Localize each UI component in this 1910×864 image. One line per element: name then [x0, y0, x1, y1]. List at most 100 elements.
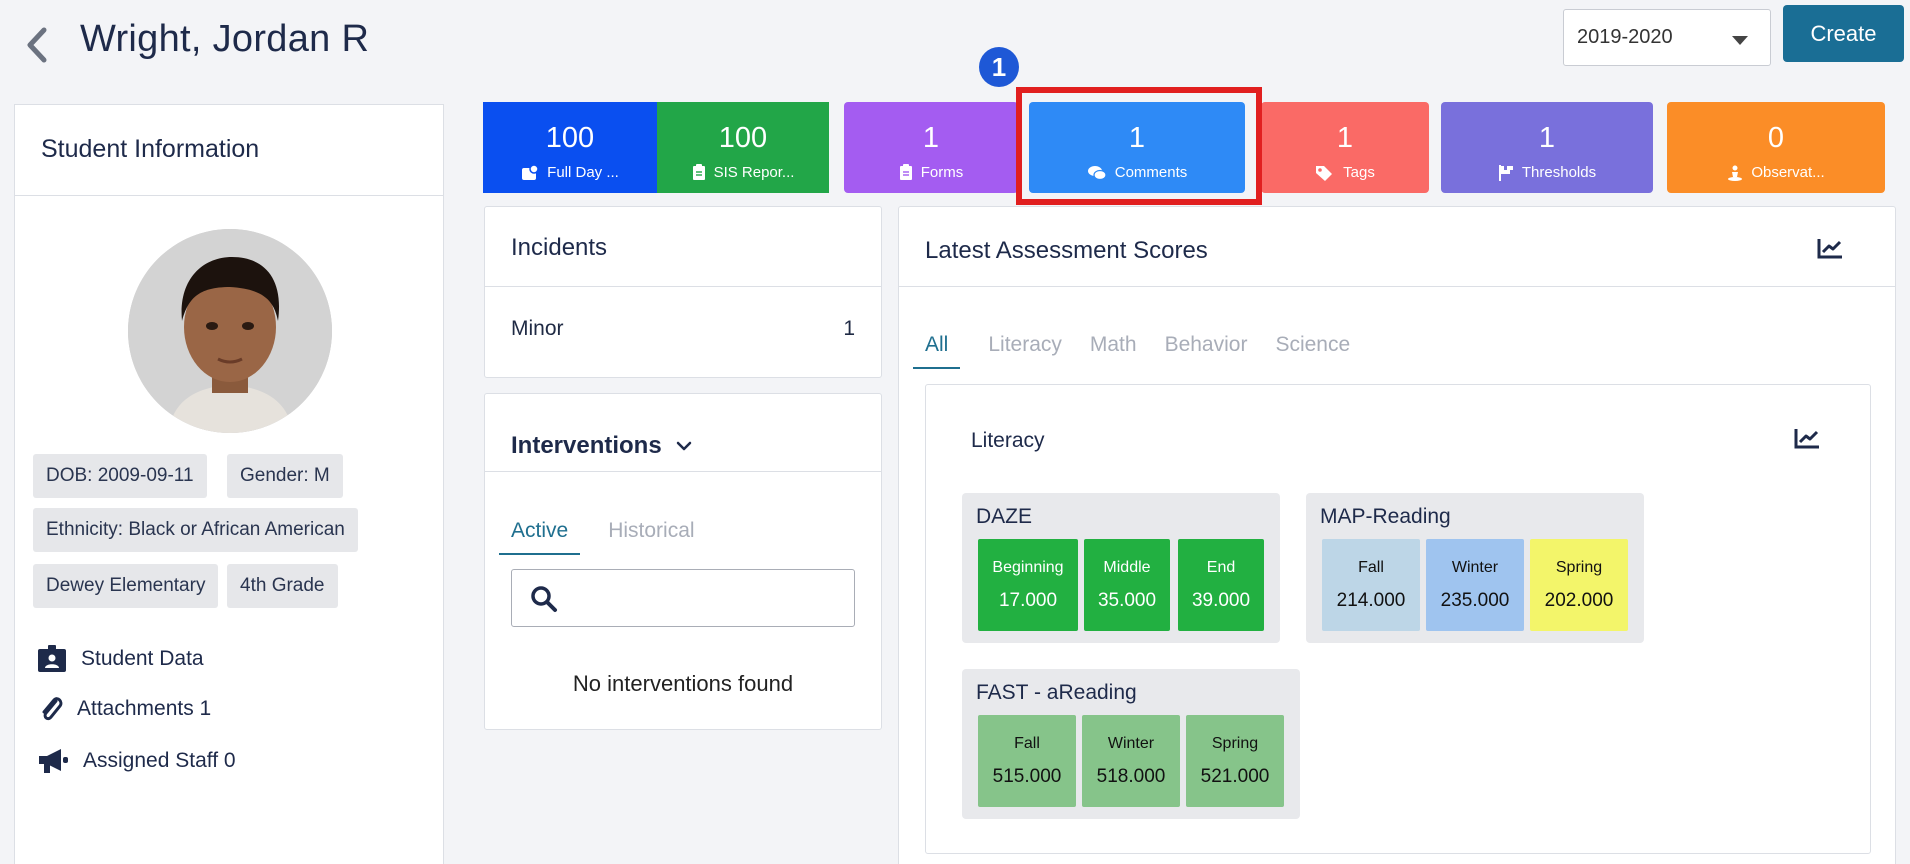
clipboard-icon [899, 164, 912, 180]
score-value: 518.000 [1096, 766, 1166, 787]
line-chart-icon[interactable] [1794, 427, 1820, 449]
assessment-tabs: All Literacy Math Behavior Science [913, 333, 1350, 369]
student-information-title: Student Information [15, 105, 443, 196]
score-tile[interactable]: Fall 214.000 [1322, 539, 1420, 631]
score-value: 17.000 [998, 590, 1058, 611]
assessment-header: Latest Assessment Scores [899, 207, 1895, 287]
interventions-card: Interventions Active Historical No inter… [484, 393, 882, 730]
tile-count: 100 [545, 122, 595, 154]
tab-all[interactable]: All [913, 333, 961, 369]
score-tile[interactable]: End 39.000 [1178, 539, 1264, 631]
tile-sis-reports[interactable]: 100 SIS Repor... [657, 102, 829, 193]
score-period: Spring [1211, 735, 1259, 752]
score-tile[interactable]: Fall 515.000 [978, 715, 1076, 807]
tile-count: 1 [1538, 122, 1556, 154]
student-data-link[interactable]: Student Data [37, 645, 204, 673]
interventions-tabs: Active Historical [499, 519, 695, 555]
school-year-select[interactable]: 2019-2020 [1563, 9, 1771, 66]
back-chevron-icon[interactable] [22, 26, 52, 64]
score-period: Winter [1107, 735, 1155, 752]
annotation-highlight-box [1016, 87, 1262, 205]
tags-icon [1316, 165, 1333, 181]
student-data-label: Student Data [81, 647, 204, 670]
incident-count: 1 [843, 317, 855, 340]
student-photo-icon [128, 229, 332, 433]
tile-label: Tags [1343, 164, 1375, 181]
clipboard-icon [692, 164, 705, 180]
incidents-title: Incidents [485, 207, 881, 287]
score-tile[interactable]: Winter 518.000 [1082, 715, 1180, 807]
flag-icon [1498, 164, 1513, 181]
tab-literacy[interactable]: Literacy [988, 333, 1062, 369]
tab-active[interactable]: Active [499, 519, 581, 555]
score-period: Spring [1555, 559, 1603, 576]
tile-full-day-attendance[interactable]: 100 Full Day ... [483, 102, 657, 193]
attachments-link[interactable]: Attachments 1 [39, 695, 211, 723]
score-period: Fall [1014, 735, 1040, 752]
score-period: End [1206, 559, 1236, 576]
assessment-name: DAZE [976, 505, 1033, 528]
school-chip: Dewey Elementary [33, 564, 219, 608]
assessment-group-map-reading: MAP-Reading Fall 214.000 Winter 235.000 … [1306, 493, 1644, 643]
score-tile[interactable]: Middle 35.000 [1084, 539, 1170, 631]
tile-observations[interactable]: 0 Observat... [1667, 102, 1885, 193]
tile-thresholds[interactable]: 1 Thresholds [1441, 102, 1653, 193]
score-period: Winter [1451, 559, 1499, 576]
interventions-search-input[interactable] [572, 584, 842, 612]
grade-chip: 4th Grade [227, 564, 338, 608]
chevron-down-icon [676, 441, 691, 450]
tile-label: Full Day ... [547, 164, 619, 181]
assessment-title: Latest Assessment Scores [925, 237, 1208, 264]
tile-count: 0 [1767, 122, 1785, 154]
assessment-group-fast-areading: FAST - aReading Fall 515.000 Winter 518.… [962, 669, 1300, 819]
interventions-title: Interventions [511, 431, 662, 459]
gender-chip: Gender: M [227, 454, 343, 498]
tile-count: 1 [922, 122, 940, 154]
assessment-name: MAP-Reading [1320, 505, 1451, 528]
tile-tags[interactable]: 1 Tags [1261, 102, 1429, 193]
incident-row[interactable]: Minor 1 [485, 287, 881, 341]
score-tile[interactable]: Spring 521.000 [1186, 715, 1284, 807]
score-tile[interactable]: Beginning 17.000 [978, 539, 1078, 631]
student-avatar [128, 229, 332, 433]
tile-count: 100 [718, 122, 768, 154]
tile-label: Observat... [1751, 164, 1825, 181]
assigned-staff-label: Assigned Staff 0 [83, 749, 236, 772]
tab-behavior[interactable]: Behavior [1165, 333, 1248, 369]
id-card-icon [38, 645, 66, 672]
incidents-card: Incidents Minor 1 [484, 206, 882, 378]
score-value: 39.000 [1191, 590, 1251, 611]
assessment-group-daze: DAZE Beginning 17.000 Middle 35.000 End … [962, 493, 1280, 643]
tab-historical[interactable]: Historical [608, 519, 694, 555]
no-interventions-message: No interventions found [572, 671, 794, 696]
tab-math[interactable]: Math [1090, 333, 1137, 369]
subject-title: Literacy [971, 429, 1045, 452]
score-value: 202.000 [1544, 590, 1614, 611]
megaphone-icon [39, 749, 68, 773]
assigned-staff-link[interactable]: Assigned Staff 0 [37, 747, 236, 775]
assessment-scores-card: Latest Assessment Scores All Literacy Ma… [898, 206, 1896, 864]
score-period: Middle [1103, 559, 1151, 576]
score-value: 214.000 [1336, 590, 1406, 611]
score-tile[interactable]: Spring 202.000 [1530, 539, 1628, 631]
create-button[interactable]: Create [1783, 5, 1904, 62]
assessment-name: FAST - aReading [976, 681, 1137, 704]
dob-chip: DOB: 2009-09-11 [33, 454, 207, 498]
search-icon [531, 586, 557, 612]
score-tile[interactable]: Winter 235.000 [1426, 539, 1524, 631]
student-information-panel: Student Information DOB: 2009-09-11 Gend… [14, 104, 444, 864]
score-value: 235.000 [1440, 590, 1510, 611]
observation-icon [1728, 165, 1743, 181]
tile-label: Thresholds [1521, 164, 1597, 181]
interventions-header[interactable]: Interventions [485, 394, 881, 472]
tile-label: Forms [920, 164, 964, 181]
score-value: 35.000 [1097, 590, 1157, 611]
line-chart-icon[interactable] [1817, 237, 1843, 259]
tab-science[interactable]: Science [1275, 333, 1350, 369]
score-period: Fall [1358, 559, 1384, 576]
incident-type: Minor [511, 317, 564, 340]
tile-forms[interactable]: 1 Forms [844, 102, 1018, 193]
interventions-search-box[interactable] [511, 569, 855, 627]
score-period: Beginning [992, 559, 1064, 576]
score-value: 521.000 [1200, 766, 1270, 787]
